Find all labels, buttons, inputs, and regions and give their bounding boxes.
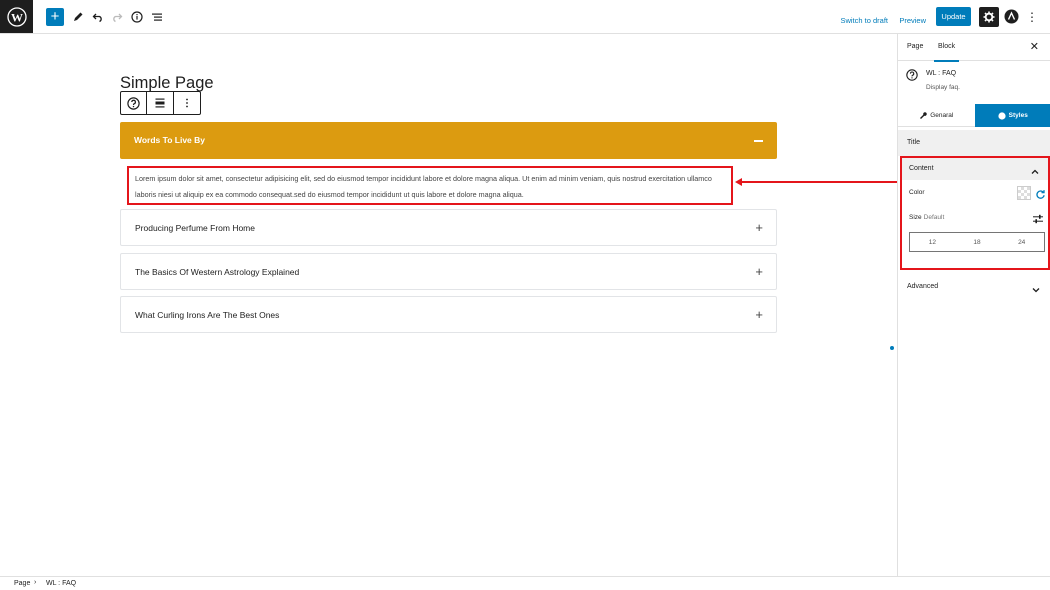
panel-advanced[interactable]: Advanced [898,274,1050,300]
faq-question: Producing Perfume From Home [135,223,255,233]
list-view-icon[interactable] [148,7,166,27]
size-option-24[interactable]: 24 [999,233,1044,251]
chevron-up-icon[interactable] [1030,164,1040,174]
tab-block[interactable]: Block [933,43,960,62]
tab-general[interactable]: Genaral [898,104,975,127]
settings-sidebar: Page Block ✕ WL : FAQ Display faq. Genar… [897,34,1050,576]
style-tabs: Genaral Styles [898,104,1050,127]
settings-gear-icon[interactable] [979,7,999,27]
expand-plus-icon[interactable]: + [755,265,763,278]
svg-text:W: W [11,10,23,24]
breadcrumb-block[interactable]: WL : FAQ [46,580,76,587]
collapse-minus-icon[interactable] [754,140,763,142]
font-size-picker: 12 18 24 [909,232,1045,252]
update-button[interactable]: Update [936,7,971,26]
reset-icon[interactable] [1035,187,1046,199]
breadcrumb-separator: › [34,579,37,586]
sidebar-tabs: Page Block ✕ [898,34,1050,62]
faq-question: What Curling Irons Are The Best Ones [135,310,280,320]
expand-plus-icon[interactable]: + [755,221,763,234]
tab-styles[interactable]: Styles [974,104,1050,127]
wrench-icon [920,112,927,119]
size-option-12[interactable]: 12 [910,233,955,251]
panel-content-highlight: Content Color Size Default 12 18 24 [900,156,1050,270]
annotation-arrow-line [741,181,897,183]
astra-logo-icon[interactable] [1004,9,1019,24]
size-option-18[interactable]: 18 [955,233,1000,251]
breadcrumb: Page › WL : FAQ [0,576,1050,590]
faq-item-expanded[interactable]: Words To Live By [120,122,777,159]
block-toolbar [120,91,201,115]
panel-content-header[interactable]: Content [902,158,1048,180]
block-options-icon[interactable] [174,92,200,114]
faq-answer-highlight: Lorem ipsum dolor sit amet, consectetur … [127,166,733,205]
faq-block-type-icon[interactable] [121,92,148,114]
size-default-text: Default [923,214,945,221]
faq-question: Words To Live By [134,135,206,145]
redo-icon[interactable] [108,7,126,27]
panel-content-label: Content [909,165,934,172]
faq-item[interactable]: Producing Perfume From Home + [120,209,777,246]
close-icon[interactable]: ✕ [1030,40,1039,53]
editor-canvas: Simple Page Words To Live By Lorem ipsum… [0,34,897,576]
preview-button[interactable]: Preview [899,10,926,30]
annotation-arrow-head [735,178,742,186]
add-block-button[interactable]: + [46,8,64,26]
faq-item[interactable]: The Basics Of Western Astrology Explaine… [120,253,777,290]
size-label: Size Default [909,214,944,221]
undo-icon[interactable] [89,7,107,27]
panel-title[interactable]: Title [898,130,1050,156]
faq-answer-text: Lorem ipsum dolor sit amet, consectetur … [135,174,712,199]
size-adjust-icon[interactable] [1032,211,1044,224]
color-label: Color [909,189,925,196]
size-label-text: Size [909,214,922,221]
more-options-icon[interactable]: ⋮ [1026,9,1038,25]
edit-pencil-icon[interactable] [69,7,87,27]
block-name: WL : FAQ [926,70,957,77]
breadcrumb-page[interactable]: Page [14,580,30,587]
chevron-down-icon[interactable] [1031,282,1041,293]
align-icon[interactable] [147,92,174,114]
faq-question: The Basics Of Western Astrology Explaine… [135,267,300,277]
top-toolbar: W + Switch to draft Preview Update ⋮ [0,0,1050,34]
color-swatch[interactable] [1017,186,1031,200]
switch-to-draft-button[interactable]: Switch to draft [840,10,888,30]
wordpress-logo-icon[interactable]: W [0,0,33,33]
tab-page[interactable]: Page [907,43,923,50]
block-description: Display faq. [926,84,960,91]
faq-block-icon [906,68,918,81]
faq-item[interactable]: What Curling Irons Are The Best Ones + [120,296,777,333]
panel-advanced-label: Advanced [907,283,939,290]
panel-title-label: Title [907,139,920,146]
info-icon[interactable] [128,7,146,27]
tab-general-label: Genaral [930,111,954,119]
resize-handle-dot[interactable] [890,346,894,350]
palette-icon [998,111,1006,120]
tab-styles-label: Styles [1008,112,1028,119]
expand-plus-icon[interactable]: + [755,308,763,321]
